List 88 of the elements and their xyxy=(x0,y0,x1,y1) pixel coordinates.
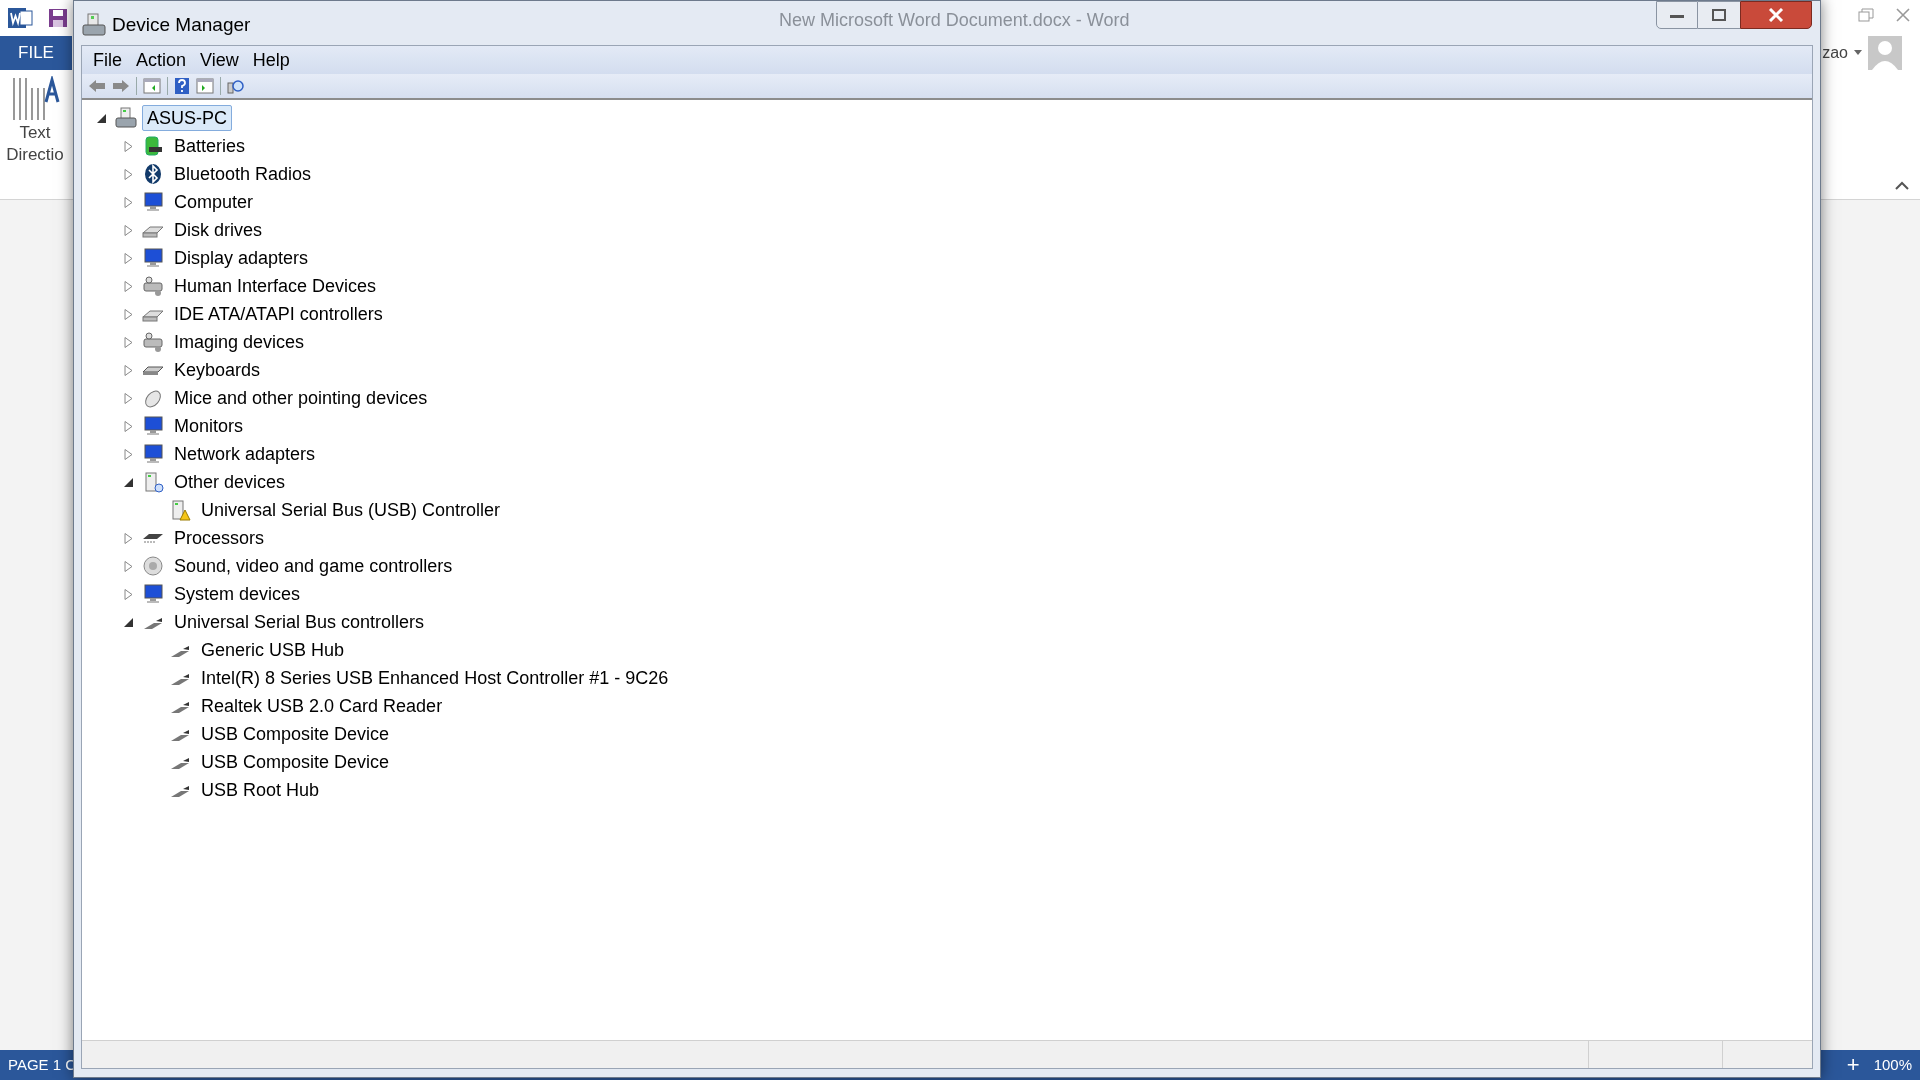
battery-icon xyxy=(142,135,164,157)
tree-item[interactable]: Universal Serial Bus controllers xyxy=(169,609,430,635)
device-icon xyxy=(142,331,164,353)
text-direction-button[interactable]: Text Directio xyxy=(0,70,70,199)
tree-item[interactable]: Realtek USB 2.0 Card Reader xyxy=(196,693,448,719)
zoom-in-button[interactable]: + xyxy=(1846,1054,1860,1076)
expand-triangle-icon[interactable] xyxy=(124,448,134,460)
monitor-icon xyxy=(142,247,164,269)
speaker-icon xyxy=(142,555,164,577)
save-icon[interactable] xyxy=(48,8,68,28)
close-icon[interactable] xyxy=(1896,8,1910,22)
tree-item[interactable]: Human Interface Devices xyxy=(169,273,382,299)
menu-item[interactable]: Action xyxy=(129,46,194,74)
computer-tower-icon xyxy=(142,471,164,493)
expand-triangle-icon[interactable] xyxy=(124,588,134,600)
word-logo-icon[interactable] xyxy=(8,6,34,30)
tree-item[interactable]: USB Composite Device xyxy=(196,749,395,775)
tree-item[interactable]: Batteries xyxy=(169,133,251,159)
tree-item[interactable]: Monitors xyxy=(169,413,249,439)
tree-item[interactable]: Sound, video and game controllers xyxy=(169,553,458,579)
expand-triangle-icon[interactable] xyxy=(124,280,134,292)
expand-triangle-icon[interactable] xyxy=(124,140,134,152)
collapse-ribbon-icon[interactable] xyxy=(1894,181,1910,191)
tree-item[interactable]: Display adapters xyxy=(169,245,314,271)
tree-item[interactable]: Universal Serial Bus (USB) Controller xyxy=(196,497,506,523)
tree-item[interactable]: Bluetooth Radios xyxy=(169,161,317,187)
monitor-icon xyxy=(142,191,164,213)
background-window-title: New Microsoft Word Document.docx - Word xyxy=(779,9,1130,32)
tree-item[interactable]: Network adapters xyxy=(169,441,321,467)
text-direction-icon xyxy=(10,76,60,122)
tree-item[interactable]: Processors xyxy=(169,525,270,551)
account-name[interactable]: zao xyxy=(1822,41,1848,65)
expand-triangle-icon[interactable] xyxy=(124,196,134,208)
mouse-icon xyxy=(142,387,164,409)
expand-triangle-icon[interactable] xyxy=(124,532,134,544)
tree-item[interactable]: Disk drives xyxy=(169,217,267,243)
scan-hardware-icon[interactable] xyxy=(227,78,245,94)
tree-item[interactable]: Mice and other pointing devices xyxy=(169,385,433,411)
minimize-button[interactable] xyxy=(1656,1,1698,29)
monitor-icon xyxy=(142,415,164,437)
menu-item[interactable]: View xyxy=(193,46,246,74)
device-warning-icon xyxy=(169,499,191,521)
help-icon[interactable] xyxy=(174,77,190,95)
expand-triangle-icon[interactable] xyxy=(124,308,134,320)
tree-item[interactable]: ASUS-PC xyxy=(142,105,232,131)
collapse-triangle-icon[interactable] xyxy=(124,476,134,488)
expand-triangle-icon[interactable] xyxy=(124,336,134,348)
menu-item[interactable]: File xyxy=(86,46,129,74)
device-icon xyxy=(142,275,164,297)
tree-item[interactable]: Computer xyxy=(169,189,259,215)
tree-item[interactable]: USB Composite Device xyxy=(196,721,395,747)
tree-item[interactable]: IDE ATA/ATAPI controllers xyxy=(169,301,388,327)
maximize-icon xyxy=(1712,9,1726,21)
window-title: Device Manager xyxy=(112,13,251,37)
tree-item[interactable]: Intel(R) 8 Series USB Enhanced Host Controller #1 - 9C26 xyxy=(196,665,674,691)
dropdown-caret-icon[interactable] xyxy=(1854,50,1862,56)
collapse-triangle-icon[interactable] xyxy=(97,112,107,124)
minimize-icon xyxy=(1670,12,1684,18)
device-manager-icon xyxy=(82,13,106,38)
tree-item[interactable]: System devices xyxy=(169,581,306,607)
action-pane-icon[interactable] xyxy=(196,78,214,94)
console-tree-icon[interactable] xyxy=(143,78,161,94)
tree-item[interactable]: Generic USB Hub xyxy=(196,637,350,663)
maximize-button[interactable] xyxy=(1698,1,1740,29)
close-icon xyxy=(1768,8,1784,22)
bluetooth-icon xyxy=(142,163,164,185)
expand-triangle-icon[interactable] xyxy=(124,392,134,404)
computer-icon xyxy=(115,107,137,129)
restore-icon[interactable] xyxy=(1858,8,1874,22)
menu-item[interactable]: Help xyxy=(245,46,297,74)
tree-item[interactable]: Imaging devices xyxy=(169,329,310,355)
monitor-icon xyxy=(142,443,164,465)
forward-arrow-icon[interactable] xyxy=(112,79,130,93)
tree-item[interactable]: USB Root Hub xyxy=(196,777,325,803)
zoom-level[interactable]: 100% xyxy=(1873,1053,1912,1077)
expand-triangle-icon[interactable] xyxy=(124,168,134,180)
expand-triangle-icon[interactable] xyxy=(124,560,134,572)
collapse-triangle-icon[interactable] xyxy=(124,616,134,628)
expand-triangle-icon[interactable] xyxy=(124,252,134,264)
tree-item[interactable]: Other devices xyxy=(169,469,291,495)
expand-triangle-icon[interactable] xyxy=(124,364,134,376)
back-arrow-icon[interactable] xyxy=(88,79,106,93)
expand-triangle-icon[interactable] xyxy=(124,420,134,432)
tree-item[interactable]: Keyboards xyxy=(169,357,266,383)
monitor-icon xyxy=(142,583,164,605)
expand-triangle-icon[interactable] xyxy=(124,224,134,236)
file-tab[interactable]: FILE xyxy=(0,36,72,70)
close-button[interactable] xyxy=(1740,1,1812,29)
